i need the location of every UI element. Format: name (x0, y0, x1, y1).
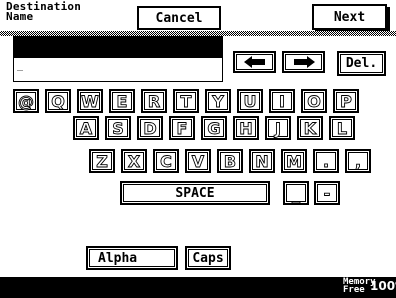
next-button[interactable]: Next (312, 4, 387, 30)
key-label: D (143, 118, 157, 138)
key-t[interactable]: T (173, 89, 199, 113)
input-caret: _ (17, 60, 24, 71)
key-y[interactable]: Y (205, 89, 231, 113)
key-label: P (340, 91, 353, 111)
key-label: W (81, 91, 100, 111)
key-j[interactable]: J (265, 116, 291, 140)
key-k[interactable]: K (297, 116, 323, 140)
key-underscore[interactable]: _ (283, 181, 309, 205)
key-label: I (279, 91, 286, 111)
key-label: , (354, 151, 362, 171)
cancel-button[interactable]: Cancel (137, 6, 221, 30)
key-a[interactable]: A (73, 116, 99, 140)
key-label: U (243, 91, 257, 111)
key-d[interactable]: D (137, 116, 163, 140)
key-q[interactable]: Q (45, 89, 71, 113)
key-label: V (191, 151, 205, 171)
key-label: H (239, 118, 253, 138)
key-x[interactable]: X (121, 149, 147, 173)
key-v[interactable]: V (185, 149, 211, 173)
key-label: - (323, 183, 331, 203)
key-period[interactable]: . (313, 149, 339, 173)
delete-button[interactable]: Del. (337, 51, 386, 76)
input-highlight (13, 36, 223, 58)
key-u[interactable]: U (237, 89, 263, 113)
key-at[interactable]: @ (13, 89, 39, 113)
key-l[interactable]: L (329, 116, 355, 140)
key-label: @ (18, 91, 35, 111)
key-label: F (176, 118, 188, 138)
key-label: Z (96, 151, 108, 171)
key-label: _ (292, 183, 301, 203)
key-o[interactable]: O (301, 89, 327, 113)
key-i[interactable]: I (269, 89, 295, 113)
caps-button[interactable]: Caps (185, 246, 231, 270)
arrow-left-icon (243, 56, 265, 68)
arrow-right-icon (293, 56, 315, 68)
memory-free-value: 100% (370, 279, 396, 293)
cursor-left-button[interactable] (233, 51, 276, 73)
key-label: N (255, 151, 269, 171)
key-label: A (79, 118, 93, 138)
key-r[interactable]: R (141, 89, 167, 113)
key-label: Y (212, 91, 224, 111)
key-comma[interactable]: , (345, 149, 371, 173)
key-b[interactable]: B (217, 149, 243, 173)
key-label: S (112, 118, 124, 138)
key-label: Q (51, 91, 65, 111)
key-label: . (322, 151, 330, 171)
key-c[interactable]: C (153, 149, 179, 173)
cursor-right-button[interactable] (282, 51, 325, 73)
key-h[interactable]: H (233, 116, 259, 140)
key-label: C (160, 151, 173, 171)
alpha-mode-button[interactable]: Alpha (86, 246, 178, 270)
key-label: R (147, 91, 161, 111)
key-label: L (336, 118, 348, 138)
key-n[interactable]: N (249, 149, 275, 173)
key-label: G (207, 118, 221, 138)
key-label: X (127, 151, 141, 171)
key-label: O (307, 91, 321, 111)
key-label: E (116, 91, 128, 111)
key-z[interactable]: Z (89, 149, 115, 173)
screen-title: Destination Name (6, 1, 124, 23)
key-label: J (275, 118, 282, 138)
key-label: B (223, 151, 237, 171)
key-label: M (286, 151, 303, 171)
key-w[interactable]: W (77, 89, 103, 113)
key-s[interactable]: S (105, 116, 131, 140)
screen-title-line2: Name (6, 10, 34, 23)
key-m[interactable]: M (281, 149, 307, 173)
key-dash[interactable]: - (314, 181, 340, 205)
key-label: T (180, 91, 192, 111)
status-bar (0, 277, 396, 298)
space-key[interactable]: SPACE (120, 181, 270, 205)
key-p[interactable]: P (333, 89, 359, 113)
key-f[interactable]: F (169, 116, 195, 140)
key-label: K (303, 118, 317, 138)
key-e[interactable]: E (109, 89, 135, 113)
key-g[interactable]: G (201, 116, 227, 140)
